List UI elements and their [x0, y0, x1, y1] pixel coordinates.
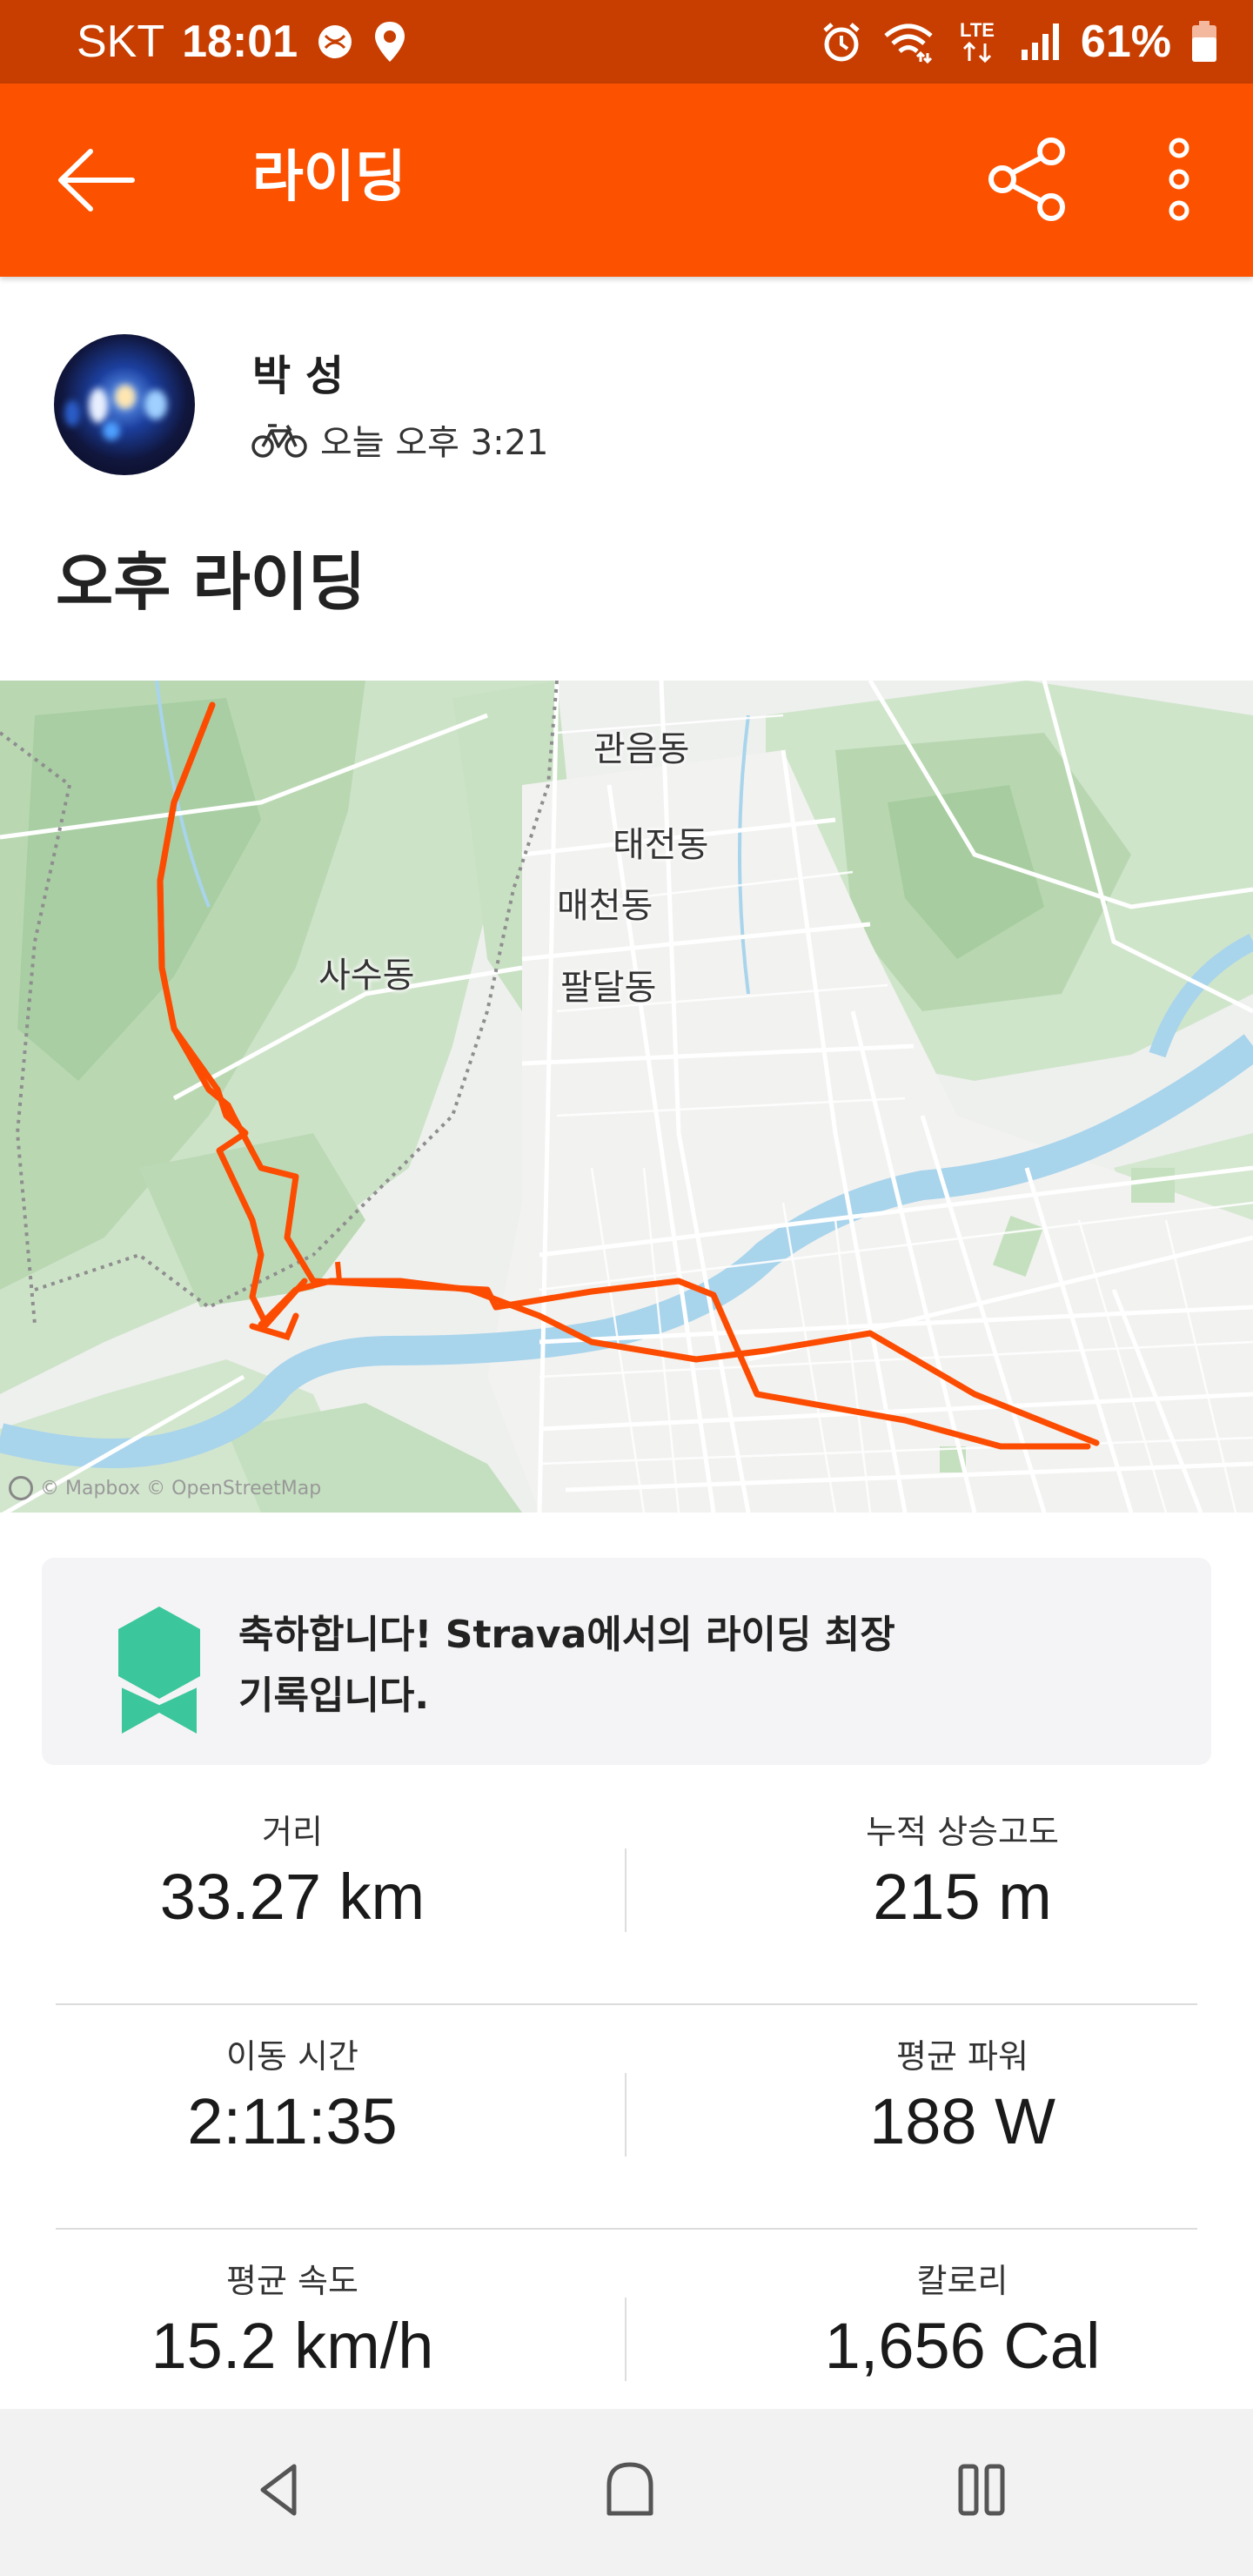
- map-label-sasu: 사수동: [318, 956, 415, 996]
- athlete-name[interactable]: 박 성: [252, 341, 344, 402]
- stat-value: 33.27 km: [159, 1861, 425, 1933]
- stat-label: 평균 파워: [896, 2037, 1029, 2076]
- stat-label: 누적 상승고도: [866, 1813, 1059, 1851]
- stat-value: 188 W: [869, 2085, 1055, 2157]
- mapbox-logo-icon: [9, 1476, 33, 1500]
- stat-elevation: 누적 상승고도 215 m: [675, 1805, 1250, 1934]
- map-label-maecheon: 매천동: [557, 886, 653, 926]
- map-label-gwaneum: 관음동: [593, 729, 690, 769]
- activity-timestamp: 오늘 오후 3:21: [320, 423, 549, 463]
- stat-label: 거리: [262, 1813, 323, 1851]
- status-time: 18:01: [182, 17, 298, 67]
- bike-icon: [251, 424, 307, 458]
- app-bar: 라이딩: [0, 84, 1253, 277]
- alarm-icon: [823, 23, 860, 62]
- avatar[interactable]: [54, 334, 195, 475]
- stat-distance: 거리 33.27 km: [5, 1805, 580, 1934]
- stat-calories: 칼로리 1,656 Cal: [675, 2254, 1250, 2383]
- signal-icon: [1021, 23, 1059, 60]
- map-canvas: [0, 681, 1253, 1513]
- stat-moving-time: 이동 시간 2:11:35: [5, 2029, 580, 2158]
- stat-divider: [625, 2073, 626, 2157]
- medal-icon: [118, 1607, 200, 1734]
- stat-value: 2:11:35: [187, 2085, 398, 2157]
- route-map[interactable]: 관음동 태전동 매천동 사수동 팔달동 © Mapbox © OpenStree…: [0, 681, 1253, 1513]
- browser-icon: [318, 25, 352, 58]
- stat-divider: [625, 1848, 626, 1932]
- status-bar: SKT 18:01 LTE 61%: [0, 0, 1253, 84]
- achievement-message: 축하합니다! Strava에서의 라이딩 최장 기록입니다.: [238, 1613, 895, 1718]
- wifi-icon: [884, 23, 933, 64]
- stat-divider: [625, 2298, 626, 2381]
- battery-icon: [1192, 21, 1216, 62]
- achievement-banner[interactable]: 축하합니다! Strava에서의 라이딩 최장 기록입니다.: [42, 1558, 1211, 1765]
- stat-avg-speed: 평균 속도 15.2 km/h: [5, 2254, 580, 2383]
- row-divider: [56, 2003, 1197, 2005]
- nav-recents-icon[interactable]: [955, 2459, 1008, 2520]
- row-divider: [56, 2228, 1197, 2230]
- back-arrow-icon[interactable]: [52, 141, 139, 219]
- app-bar-title: 라이딩: [252, 145, 406, 210]
- stat-value: 15.2 km/h: [151, 2310, 434, 2382]
- carrier-name: SKT: [77, 17, 165, 67]
- share-icon[interactable]: [983, 136, 1070, 223]
- battery-percent: 61%: [1080, 17, 1171, 67]
- more-vert-icon[interactable]: [1149, 136, 1209, 223]
- lte-icon: LTE: [960, 19, 995, 64]
- stat-value: 1,656 Cal: [824, 2310, 1101, 2382]
- svg-text:LTE: LTE: [960, 19, 995, 41]
- map-attribution[interactable]: © Mapbox © OpenStreetMap: [9, 1476, 321, 1500]
- activity-meta: 오늘 오후 3:21: [251, 414, 548, 465]
- stat-label: 평균 속도: [226, 2262, 358, 2300]
- map-label-paldal: 팔달동: [560, 968, 657, 1008]
- stat-value: 215 m: [873, 1861, 1052, 1933]
- stat-label: 칼로리: [916, 2262, 1008, 2300]
- map-label-taejeon: 태전동: [613, 825, 709, 865]
- location-icon: [375, 22, 405, 62]
- nav-home-icon[interactable]: [602, 2459, 658, 2520]
- activity-title: 오후 라이딩: [56, 546, 366, 619]
- stat-label: 이동 시간: [226, 2037, 358, 2076]
- stat-avg-power: 평균 파워 188 W: [675, 2029, 1250, 2158]
- nav-back-icon[interactable]: [252, 2459, 305, 2520]
- system-nav-bar: [0, 2409, 1253, 2576]
